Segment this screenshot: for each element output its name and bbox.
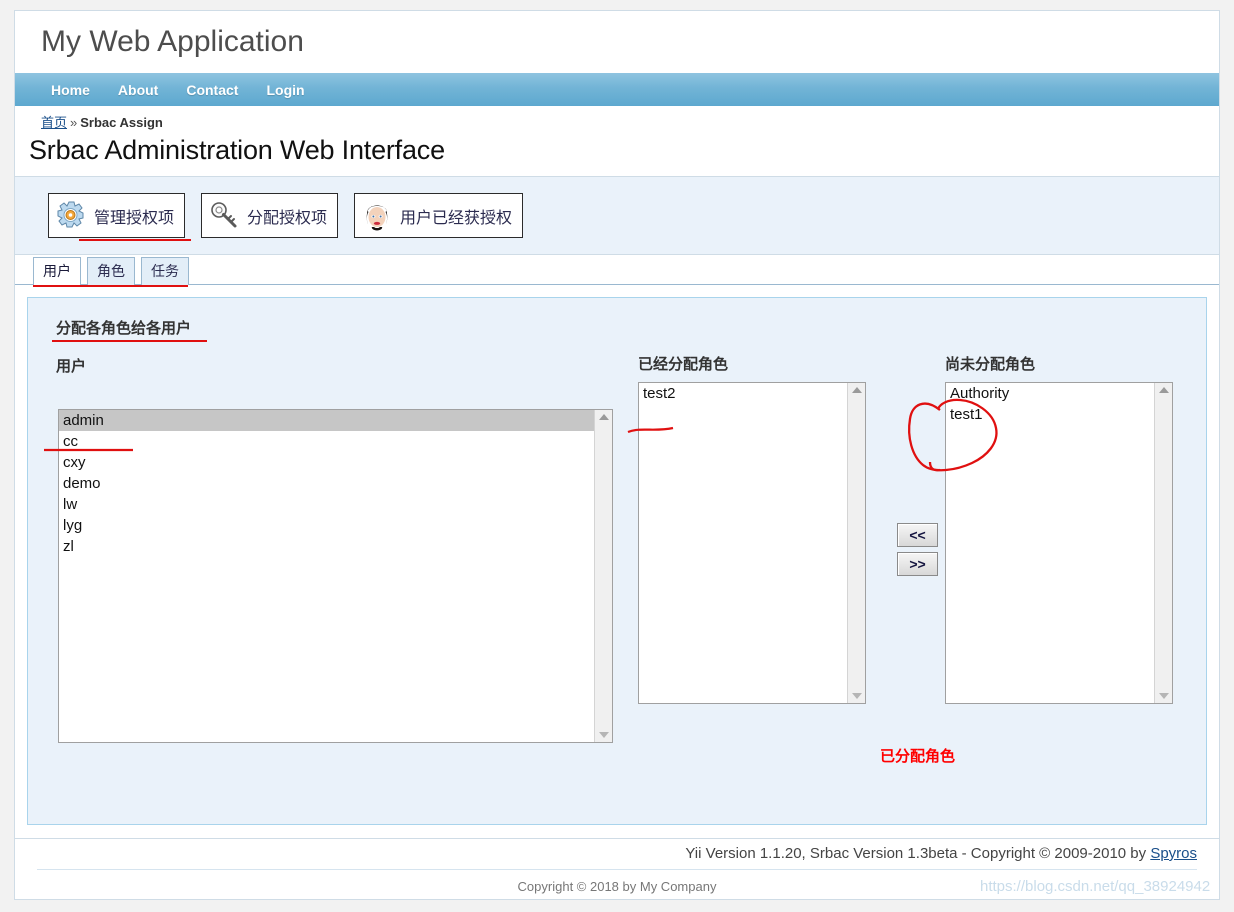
list-item[interactable]: lw <box>59 494 594 515</box>
annotation-underline-panel-title <box>52 340 207 342</box>
breadcrumb-separator: » <box>70 115 78 130</box>
panel-title: 分配各角色给各用户 <box>56 320 192 337</box>
assigned-listbox-scrollbar[interactable] <box>847 383 865 703</box>
users-listbox-items: admin cc cxy demo lw lyg zl <box>59 410 594 742</box>
footer-version: Yii Version 1.1.20, Srbac Version 1.3bet… <box>15 838 1219 869</box>
list-item[interactable]: admin <box>59 410 594 431</box>
assigned-roles-listbox[interactable]: test2 <box>638 382 866 704</box>
nav-item-login[interactable]: Login <box>266 82 304 98</box>
unassigned-roles-listbox[interactable]: Authority test1 <box>945 382 1173 704</box>
users-listbox-scrollbar[interactable] <box>594 410 612 742</box>
move-buttons-group: << >> <box>897 523 938 581</box>
users-listbox[interactable]: admin cc cxy demo lw lyg zl <box>58 409 613 743</box>
nav-item-about[interactable]: About <box>118 82 158 98</box>
watermark-text: https://blog.csdn.net/qq_38924942 <box>980 878 1211 895</box>
user-face-icon <box>361 200 393 232</box>
users-list-label: 用户 <box>56 358 87 375</box>
tab-roles-label: 角色 <box>97 263 125 279</box>
gear-icon <box>55 200 87 232</box>
assigned-roles-label: 已经分配角色 <box>638 356 729 373</box>
tab-roles[interactable]: 角色 <box>87 257 135 285</box>
assigned-roles-items: test2 <box>639 383 847 703</box>
annotation-underline-manage <box>79 239 191 241</box>
assigned-roles-note: 已分配角色 <box>880 748 956 765</box>
site-header: My Web Application <box>15 11 1219 73</box>
breadcrumb-home-link[interactable]: 首页 <box>41 115 67 130</box>
authorized-users-label: 用户已经获授权 <box>400 209 513 227</box>
nav-item-home[interactable]: Home <box>51 82 90 98</box>
assign-roles-panel: 分配各角色给各用户 用户 已经分配角色 尚未分配角色 admin cc cxy … <box>27 297 1207 825</box>
list-item[interactable]: Authority <box>946 383 1154 404</box>
annotation-underline-tabs <box>33 285 188 287</box>
breadcrumb: 首页» Srbac Assign <box>15 106 1219 133</box>
footer-version-text: Yii Version 1.1.20, Srbac Version 1.3bet… <box>685 845 1151 862</box>
tab-tasks-label: 任务 <box>151 263 179 279</box>
tab-users-label: 用户 <box>43 263 71 279</box>
list-item[interactable]: test1 <box>946 404 1154 425</box>
list-item[interactable]: lyg <box>59 515 594 536</box>
unassigned-roles-items: Authority test1 <box>946 383 1154 703</box>
page-container: My Web Application Home About Contact Lo… <box>14 10 1220 900</box>
scroll-down-icon[interactable] <box>598 732 609 738</box>
page-title: Srbac Administration Web Interface <box>29 135 445 165</box>
scroll-down-icon[interactable] <box>851 693 862 699</box>
assign-auth-items-label: 分配授权项 <box>247 209 328 227</box>
breadcrumb-current: Srbac Assign <box>80 115 163 130</box>
srbac-tabs: 用户 角色 任务 <box>15 255 1219 287</box>
scroll-up-icon[interactable] <box>1158 387 1169 393</box>
content-area: 分配各角色给各用户 用户 已经分配角色 尚未分配角色 admin cc cxy … <box>15 285 1219 838</box>
move-right-button[interactable]: >> <box>897 552 938 576</box>
unassigned-listbox-scrollbar[interactable] <box>1154 383 1172 703</box>
manage-auth-items-label: 管理授权项 <box>94 209 175 227</box>
list-item[interactable]: zl <box>59 536 594 557</box>
app-title: My Web Application <box>41 25 304 58</box>
srbac-toolbar: 管理授权项 分配授权项 用户已经获授权 <box>15 176 1219 255</box>
manage-auth-items-button[interactable]: 管理授权项 <box>48 193 191 241</box>
list-item[interactable]: test2 <box>639 383 847 404</box>
key-icon <box>208 200 240 232</box>
footer-spyros-link[interactable]: Spyros <box>1150 845 1197 862</box>
scroll-up-icon[interactable] <box>598 414 609 420</box>
list-item[interactable]: demo <box>59 473 594 494</box>
assign-auth-items-button[interactable]: 分配授权项 <box>201 193 339 238</box>
tab-tasks[interactable]: 任务 <box>141 257 189 285</box>
nav-item-contact[interactable]: Contact <box>186 82 238 98</box>
authorized-users-button[interactable]: 用户已经获授权 <box>354 193 524 238</box>
move-left-button[interactable]: << <box>897 523 938 547</box>
main-navigation: Home About Contact Login <box>15 73 1219 106</box>
scroll-up-icon[interactable] <box>851 387 862 393</box>
scroll-down-icon[interactable] <box>1158 693 1169 699</box>
unassigned-roles-label: 尚未分配角色 <box>945 356 1036 373</box>
list-item[interactable]: cc <box>59 431 594 452</box>
tab-users[interactable]: 用户 <box>33 257 81 285</box>
list-item[interactable]: cxy <box>59 452 594 473</box>
